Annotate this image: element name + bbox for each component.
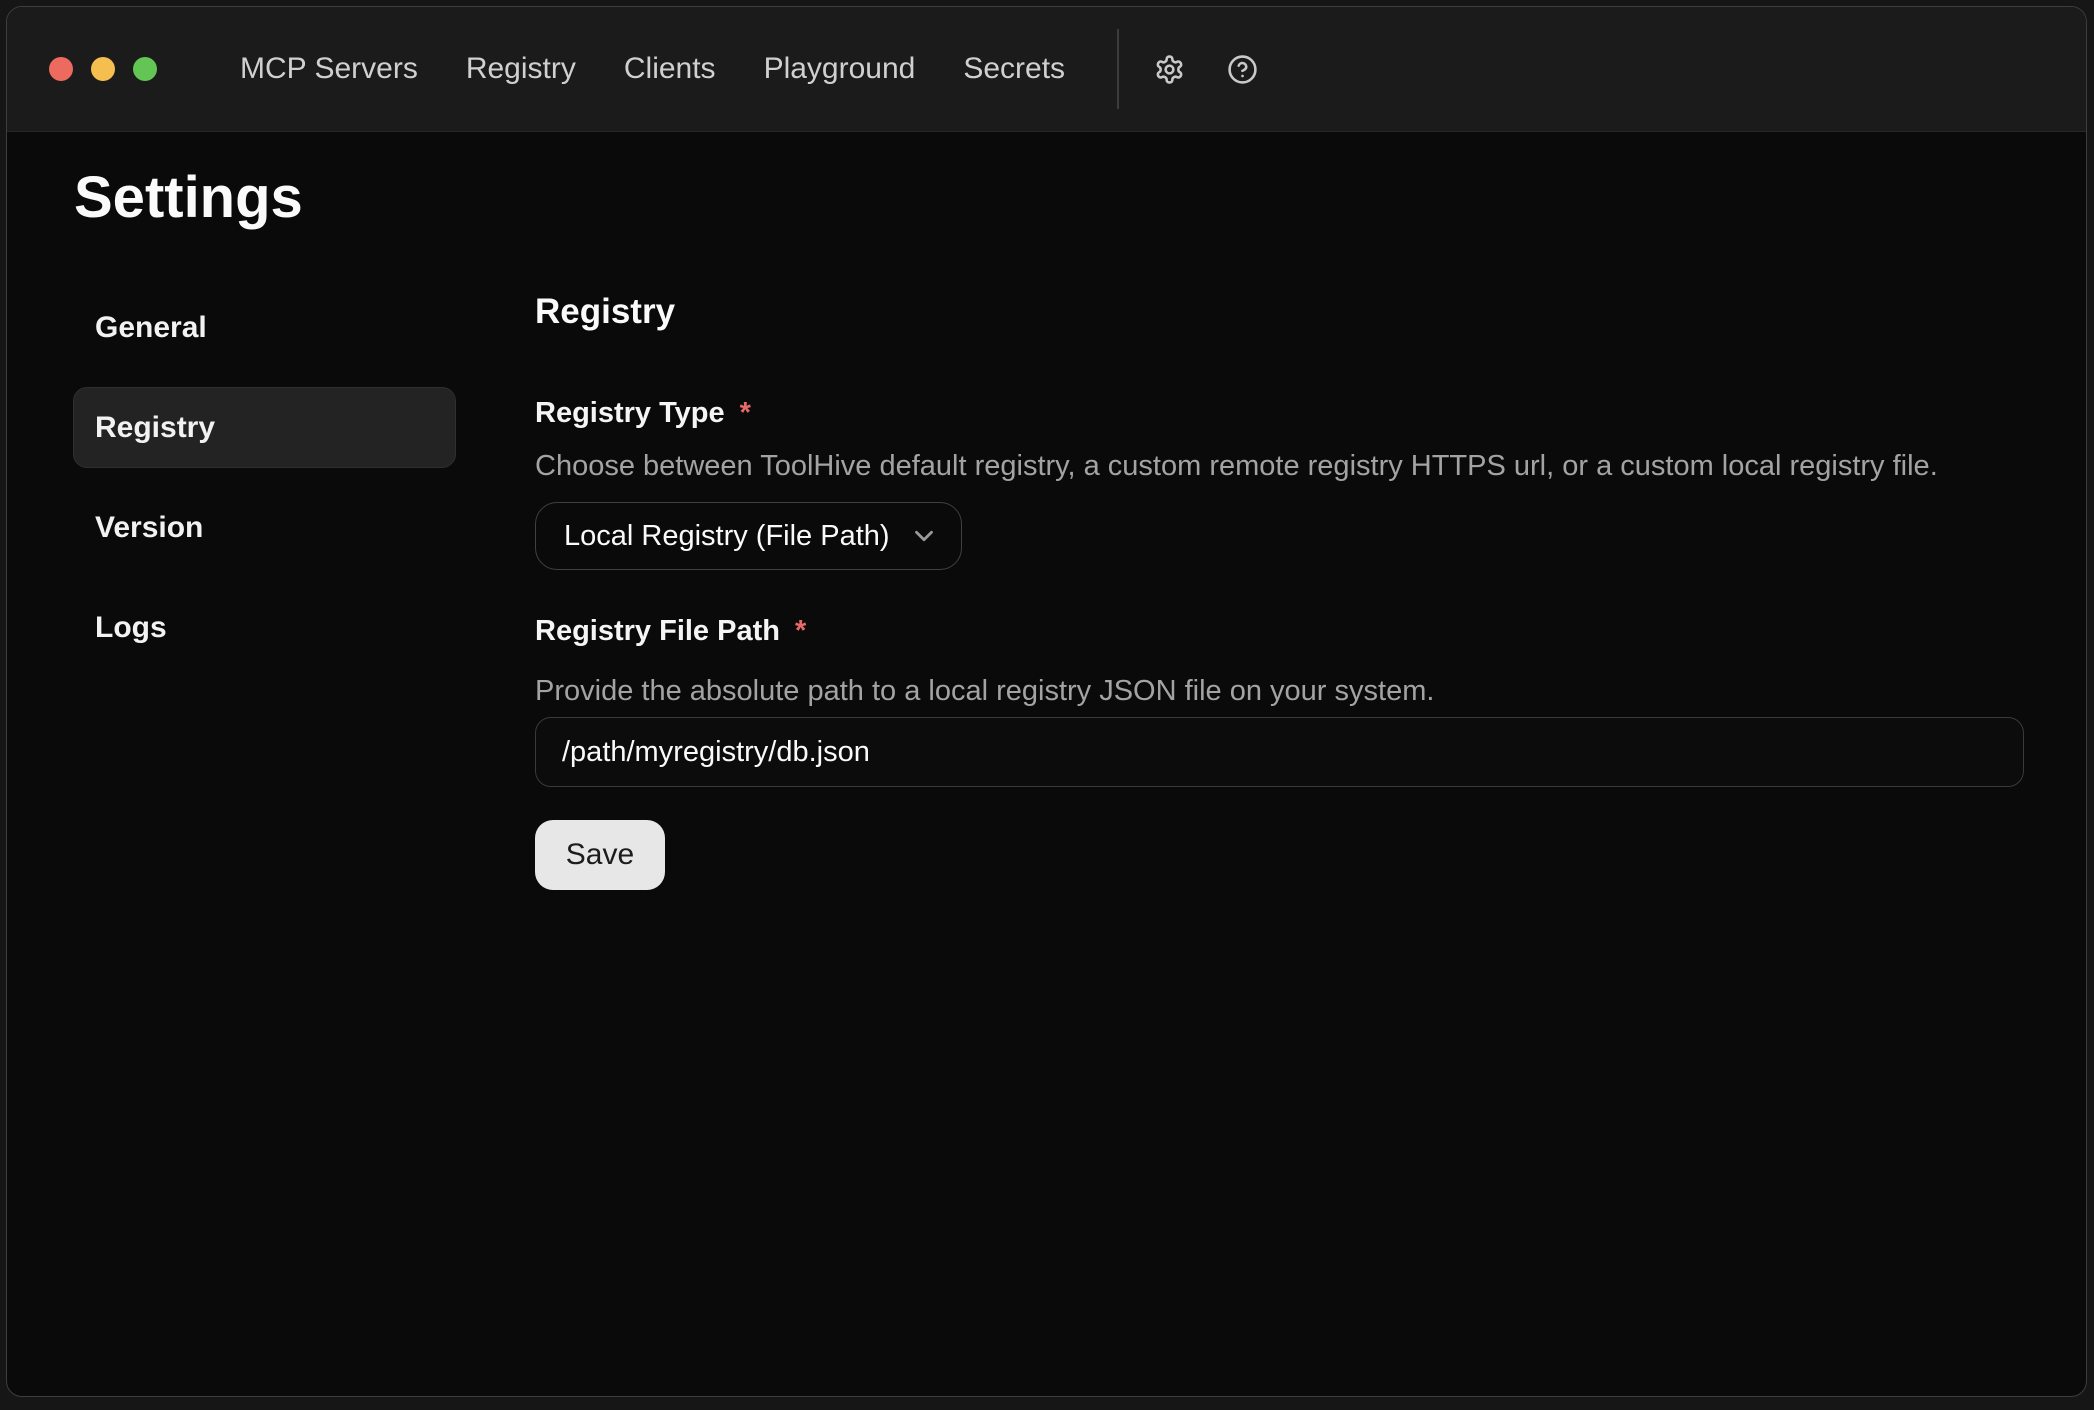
registry-type-label: Registry Type <box>535 397 725 429</box>
registry-file-path-label: Registry File Path <box>535 615 780 647</box>
chevron-down-icon <box>909 521 939 551</box>
help-icon[interactable] <box>1225 52 1259 86</box>
registry-file-path-input[interactable] <box>535 717 2024 787</box>
sidebar-item-version[interactable]: Version <box>73 487 456 568</box>
nav-item-secrets[interactable]: Secrets <box>963 51 1065 87</box>
registry-file-path-description: Provide the absolute path to a local reg… <box>535 675 2024 707</box>
registry-type-label-row: Registry Type * <box>535 397 2024 429</box>
section-heading: Registry <box>535 291 2024 333</box>
registry-type-select[interactable]: Local Registry (File Path) <box>535 502 962 570</box>
sidebar-item-general[interactable]: General <box>73 287 456 368</box>
nav-item-playground[interactable]: Playground <box>764 51 916 87</box>
nav-item-registry[interactable]: Registry <box>466 51 576 87</box>
settings-gear-icon[interactable] <box>1152 52 1186 86</box>
registry-type-description: Choose between ToolHive default registry… <box>535 450 2024 482</box>
registry-file-path-label-row: Registry File Path * <box>535 615 2024 647</box>
sidebar-item-logs[interactable]: Logs <box>73 587 456 668</box>
window-controls <box>49 57 157 81</box>
title-bar: MCP Servers Registry Clients Playground … <box>7 7 2086 132</box>
save-button[interactable]: Save <box>535 820 665 890</box>
required-marker: * <box>795 615 806 647</box>
close-window-button[interactable] <box>49 57 73 81</box>
sidebar-item-registry[interactable]: Registry <box>73 387 456 468</box>
minimize-window-button[interactable] <box>91 57 115 81</box>
app-window: MCP Servers Registry Clients Playground … <box>6 6 2087 1397</box>
topbar-divider <box>1117 29 1119 109</box>
nav-item-clients[interactable]: Clients <box>624 51 716 87</box>
settings-sidebar: General Registry Version Logs <box>73 287 456 687</box>
nav-item-mcp-servers[interactable]: MCP Servers <box>240 51 418 87</box>
registry-type-selected-value: Local Registry (File Path) <box>564 520 890 553</box>
page-title: Settings <box>74 162 303 234</box>
top-nav: MCP Servers Registry Clients Playground … <box>240 51 1065 87</box>
required-marker: * <box>740 397 751 429</box>
zoom-window-button[interactable] <box>133 57 157 81</box>
registry-settings-panel: Registry Registry Type * Choose between … <box>535 291 2024 890</box>
topbar-icon-group <box>1152 52 1259 86</box>
